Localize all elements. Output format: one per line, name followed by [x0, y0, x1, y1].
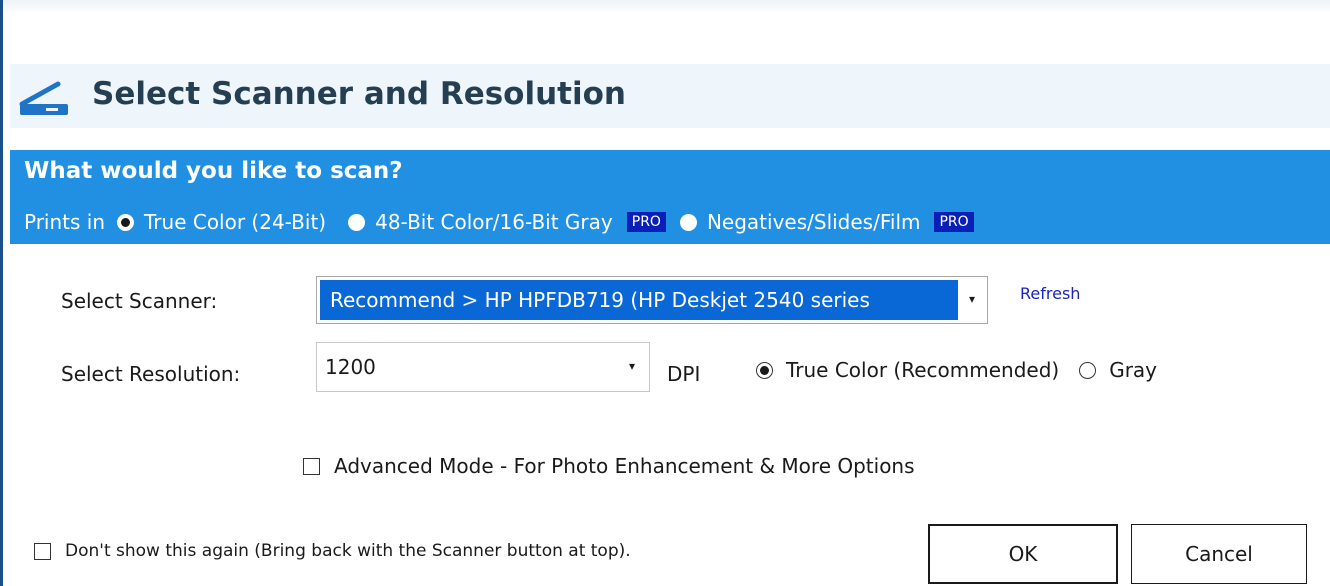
refresh-link[interactable]: Refresh — [1020, 284, 1080, 303]
prints-type-radio-group: Prints in True Color (24-Bit) 48-Bit Col… — [24, 207, 974, 237]
radio-true-color-24bit[interactable] — [117, 213, 135, 231]
dont-show-again-label[interactable]: Don't show this again (Bring back with t… — [65, 541, 631, 561]
pro-badge: PRO — [626, 212, 666, 232]
scanner-icon — [19, 81, 68, 115]
scan-question: What would you like to scan? — [24, 158, 403, 184]
dont-show-again-checkbox[interactable] — [34, 542, 51, 560]
cancel-button[interactable]: Cancel — [1131, 524, 1307, 584]
advanced-mode-label[interactable]: Advanced Mode - For Photo Enhancement & … — [334, 454, 915, 478]
select-scanner-label: Select Scanner: — [61, 289, 218, 313]
radio-true-color-recommended-label[interactable]: True Color (Recommended) — [786, 358, 1059, 382]
window-left-border — [0, 0, 3, 586]
dpi-unit-label: DPI — [667, 362, 701, 386]
radio-true-color-recommended[interactable] — [756, 361, 773, 379]
radio-gray-label[interactable]: Gray — [1109, 358, 1157, 382]
dialog-title: Select Scanner and Resolution — [92, 76, 626, 112]
radio-48bit-color[interactable] — [348, 213, 366, 231]
radio-true-color-24bit-label[interactable]: True Color (24-Bit) — [144, 210, 326, 234]
resolution-dropdown-value: 1200 — [325, 355, 376, 379]
chevron-down-icon[interactable]: ▾ — [629, 359, 635, 373]
scanner-dropdown[interactable]: Recommend > HP HPFDB719 (HP Deskjet 2540… — [316, 276, 988, 324]
advanced-mode-option[interactable]: Advanced Mode - For Photo Enhancement & … — [303, 454, 915, 478]
prints-in-label: Prints in — [24, 210, 106, 234]
radio-negatives-slides-film-label[interactable]: Negatives/Slides/Film — [707, 210, 921, 234]
color-mode-radio-group: True Color (Recommended) Gray — [756, 358, 1157, 382]
window-top-edge — [3, 0, 1330, 14]
resolution-dropdown[interactable]: 1200 ▾ — [316, 342, 650, 392]
dont-show-again-option[interactable]: Don't show this again (Bring back with t… — [34, 541, 631, 561]
ok-button[interactable]: OK — [928, 524, 1118, 584]
advanced-mode-checkbox[interactable] — [303, 457, 320, 475]
select-resolution-label: Select Resolution: — [61, 362, 241, 386]
radio-48bit-color-label[interactable]: 48-Bit Color/16-Bit Gray — [375, 210, 613, 234]
radio-gray[interactable] — [1079, 361, 1097, 379]
pro-badge: PRO — [934, 212, 974, 232]
radio-negatives-slides-film[interactable] — [679, 213, 697, 231]
scanner-dropdown-value: Recommend > HP HPFDB719 (HP Deskjet 2540… — [320, 280, 958, 320]
chevron-down-icon[interactable]: ▾ — [969, 292, 975, 306]
